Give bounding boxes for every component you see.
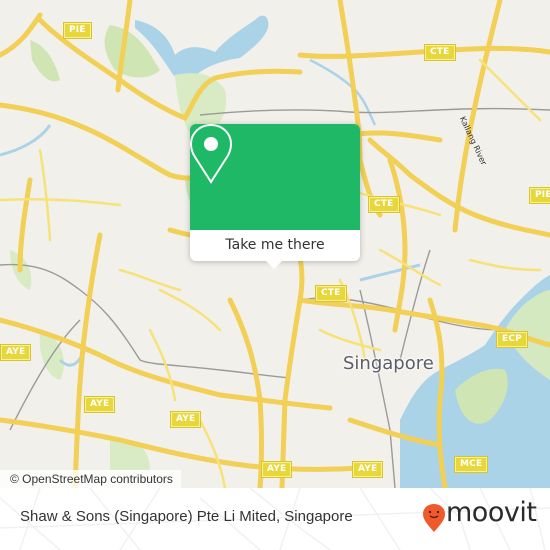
- place-name: Shaw & Sons (Singapore) Pte Li Mited, Si…: [20, 508, 353, 525]
- road-shield-cte: CTE: [369, 197, 399, 212]
- road-major: [198, 418, 227, 488]
- map-pin-icon: [190, 124, 232, 184]
- road-shield-aye: AYE: [171, 412, 201, 427]
- rail-line: [359, 289, 396, 488]
- footer-bar: Shaw & Sons (Singapore) Pte Li Mited, Si…: [0, 488, 550, 550]
- road-major: [38, 148, 52, 242]
- road-shield-cte: CTE: [316, 286, 346, 301]
- river: [309, 58, 377, 126]
- road-shield-aye: AYE: [262, 462, 292, 477]
- park-area: [30, 40, 60, 82]
- road-shield-ecp: ECP: [497, 332, 527, 347]
- destination-popup: Take me there: [190, 124, 360, 269]
- map-attribution[interactable]: © OpenStreetMap contributors: [0, 470, 181, 488]
- road-highway: [0, 417, 363, 472]
- road-highway: [279, 227, 305, 488]
- city-label: Singapore: [343, 353, 434, 374]
- take-me-there-button[interactable]: Take me there: [190, 230, 360, 261]
- road-shield-pie: PIE: [530, 188, 550, 203]
- road-highway: [452, 0, 503, 233]
- road-shield-aye: AYE: [353, 462, 383, 477]
- road-major: [0, 197, 122, 207]
- road-shield-cte: CTE: [425, 45, 455, 60]
- map-view[interactable]: PIE PIE CTE CTE CTE ECP MCE AYE AYE AYE …: [0, 0, 550, 488]
- road-major: [158, 288, 222, 332]
- road-major: [378, 248, 442, 287]
- rail-line: [199, 107, 550, 116]
- road-shield-pie: PIE: [64, 23, 91, 38]
- river: [0, 124, 52, 157]
- road-major: [118, 268, 182, 292]
- moovit-pin-icon: [423, 504, 445, 532]
- moovit-wordmark: moovit: [446, 497, 537, 528]
- moovit-logo[interactable]: moovit: [422, 497, 542, 535]
- popup-pointer: [266, 261, 282, 269]
- road-shield-aye: AYE: [85, 397, 115, 412]
- road-major: [468, 258, 542, 272]
- road-shield-mce: MCE: [455, 457, 488, 472]
- road-highway: [17, 177, 33, 273]
- road-highway: [227, 297, 264, 488]
- road-major: [478, 58, 542, 122]
- road-highway: [387, 157, 408, 333]
- road-shield-aye: AYE: [1, 345, 31, 360]
- popup-header: [190, 124, 360, 230]
